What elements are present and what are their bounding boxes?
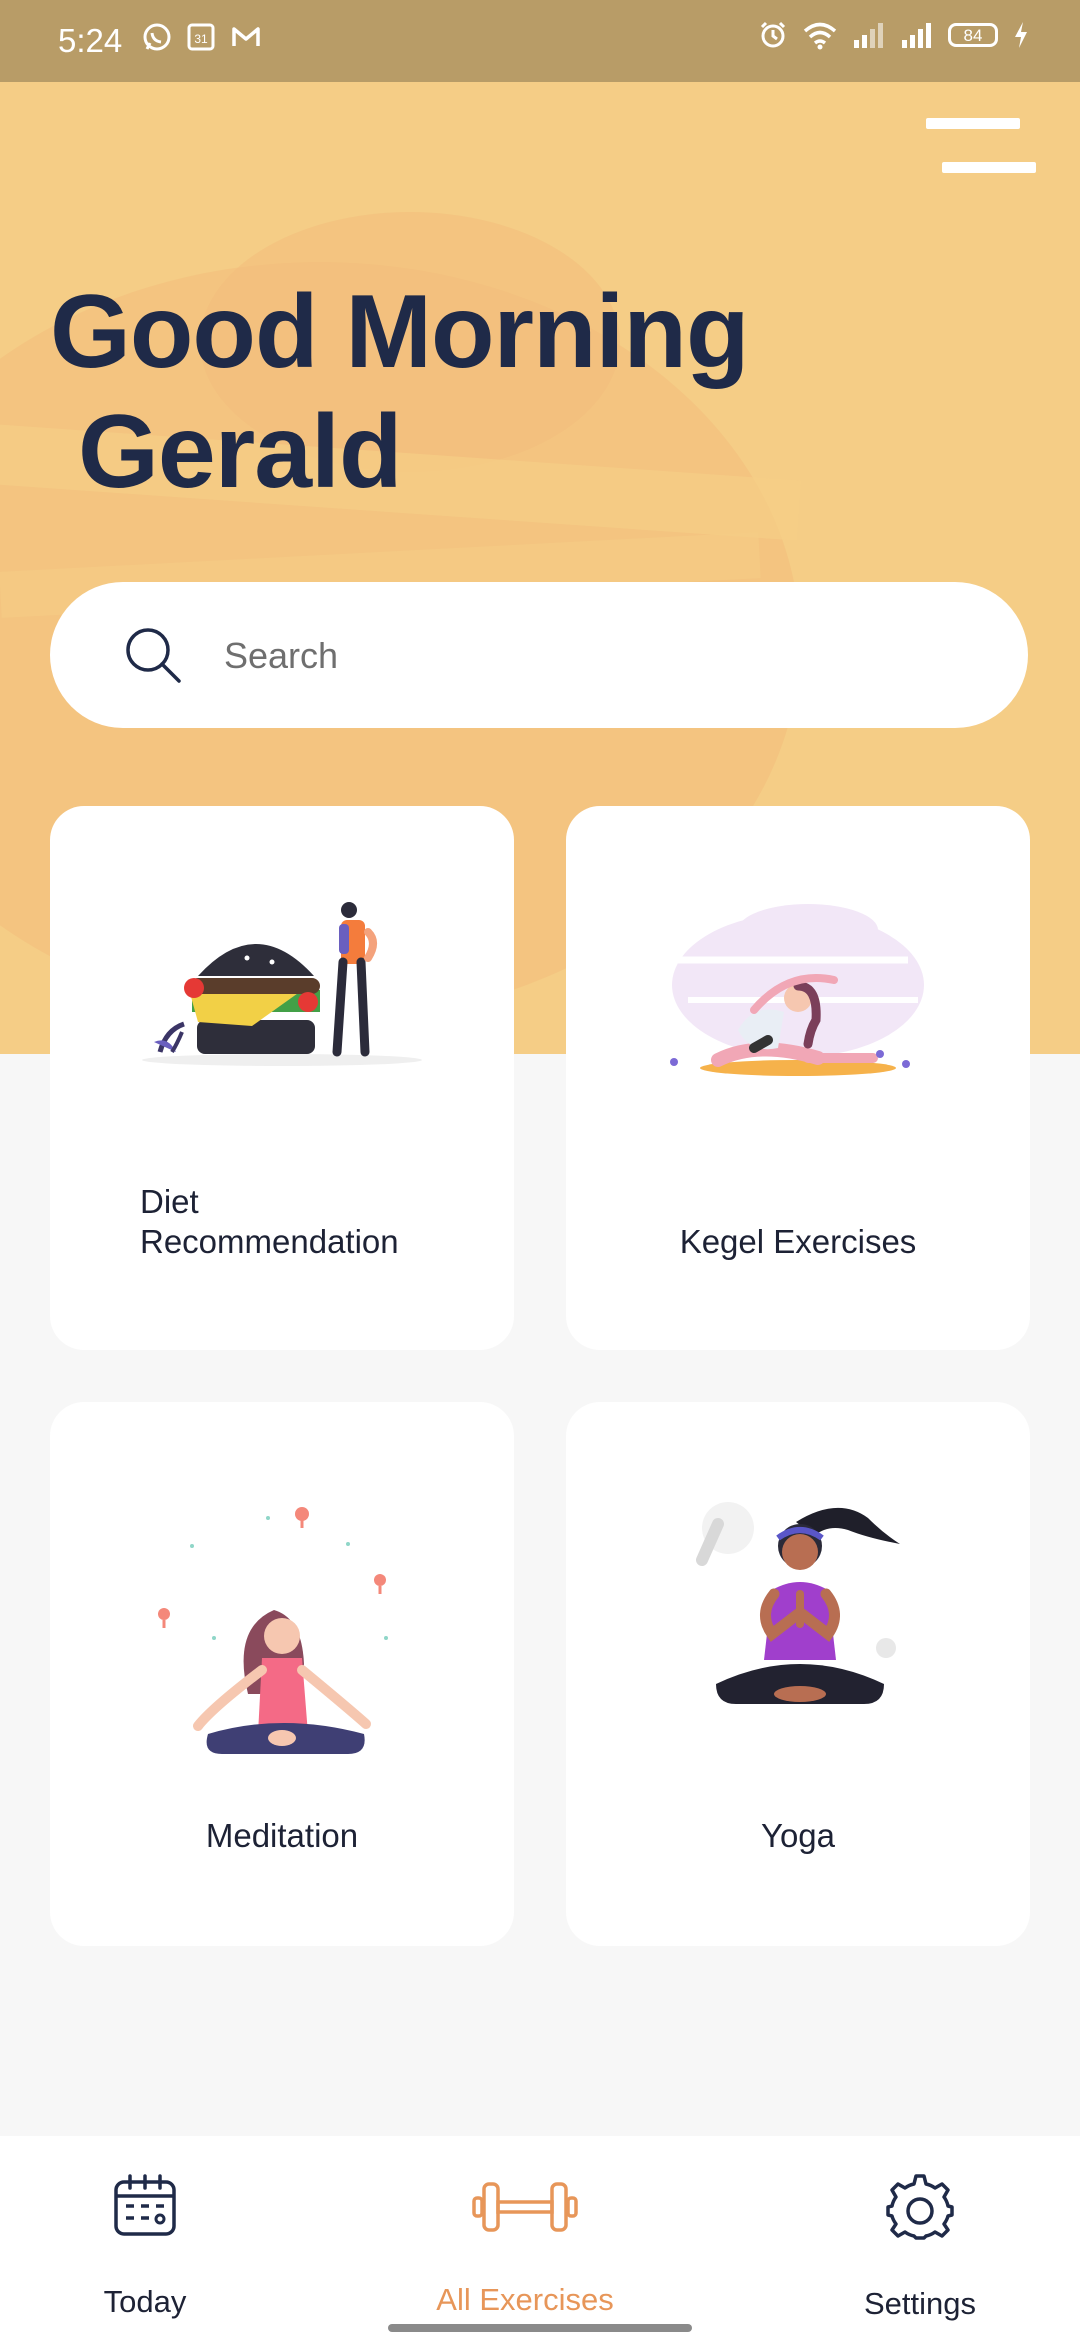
card-label: Meditation bbox=[205, 1817, 359, 1854]
card-yoga[interactable]: Yoga bbox=[566, 1402, 1030, 1946]
nav-label: All Exercises bbox=[436, 2282, 614, 2317]
app-screen: 5:24 31 84 Good Morning Gerald Search Di… bbox=[0, 0, 1080, 2340]
nav-item-all-exercises[interactable]: All Exercises bbox=[395, 2136, 655, 2340]
nav-item-today[interactable]: Today bbox=[40, 2136, 250, 2340]
charging-icon bbox=[1015, 22, 1027, 48]
user-name: Gerald bbox=[78, 394, 402, 510]
system-icons: 84 bbox=[758, 20, 1030, 50]
alarm-icon bbox=[760, 21, 786, 48]
card-meditation[interactable]: Meditation bbox=[50, 1402, 514, 1946]
card-label-line-2: Recommendation bbox=[140, 1223, 399, 1260]
nav-label: Today bbox=[103, 2284, 187, 2319]
signal-icon bbox=[854, 23, 883, 48]
card-label: Kegel Exercises bbox=[679, 1223, 917, 1260]
menu-icon-bar bbox=[926, 118, 1020, 129]
whatsapp-icon bbox=[143, 23, 171, 51]
card-diet-recommendation[interactable]: Diet Recommendation bbox=[50, 806, 514, 1350]
greeting-line-1: Good Morning bbox=[50, 274, 749, 390]
greeting-heading: Good Morning Gerald bbox=[50, 272, 749, 512]
gear-icon bbox=[886, 2174, 954, 2240]
menu-button[interactable] bbox=[916, 112, 1040, 182]
wifi-icon bbox=[803, 22, 837, 50]
card-label-line-1: Diet bbox=[140, 1183, 199, 1220]
menu-icon-bar bbox=[942, 162, 1036, 173]
battery-icon: 84 bbox=[948, 23, 998, 47]
search-icon bbox=[126, 628, 181, 683]
dumbbell-icon bbox=[472, 2182, 578, 2232]
status-bar: 5:24 31 84 bbox=[0, 0, 1080, 82]
meditating-woman-illustration bbox=[158, 1507, 388, 1754]
status-time: 5:24 bbox=[58, 22, 123, 59]
svg-text:31: 31 bbox=[194, 32, 208, 46]
signal-icon bbox=[902, 23, 931, 48]
home-indicator[interactable] bbox=[388, 2324, 692, 2332]
gmail-icon bbox=[232, 27, 260, 46]
calendar-31-icon: 31 bbox=[187, 23, 215, 51]
calendar-icon bbox=[114, 2174, 176, 2236]
notification-icons: 31 bbox=[142, 22, 262, 52]
stretching-woman-illustration bbox=[670, 904, 924, 1076]
card-label: Diet Recommendation bbox=[140, 1182, 399, 1262]
burger-person-illustration bbox=[142, 902, 422, 1066]
yoga-woman-illustration bbox=[696, 1502, 900, 1704]
nav-label: Settings bbox=[863, 2286, 976, 2321]
nav-item-settings[interactable]: Settings bbox=[820, 2136, 1020, 2340]
card-kegel-exercises[interactable]: Kegel Exercises bbox=[566, 806, 1030, 1350]
battery-level: 84 bbox=[963, 25, 983, 45]
search-bar[interactable] bbox=[50, 582, 1028, 728]
card-label: Yoga bbox=[760, 1817, 836, 1854]
bottom-navigation: Today All Exercises Settings bbox=[0, 2136, 1080, 2340]
search-input[interactable] bbox=[222, 620, 986, 692]
